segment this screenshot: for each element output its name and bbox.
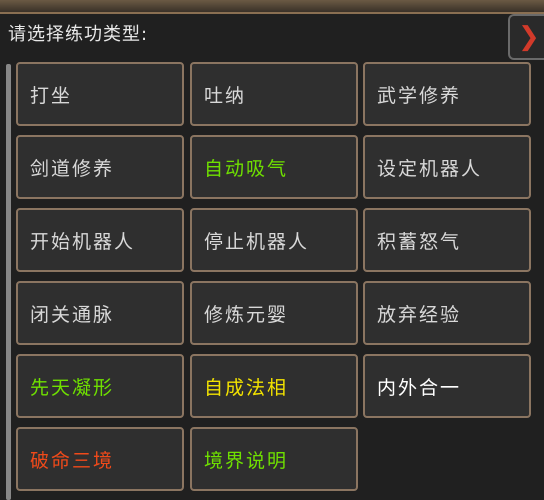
option-button-wuxue-xiuyang[interactable]: 武学修养: [363, 62, 531, 126]
option-button-nascent-soul[interactable]: 修炼元婴: [190, 281, 358, 345]
option-button-jiandao-xiuyang[interactable]: 剑道修养: [16, 135, 184, 199]
option-button-seclusion[interactable]: 闭关通脉: [16, 281, 184, 345]
scrollbar[interactable]: [6, 64, 11, 500]
option-button-stop-robot[interactable]: 停止机器人: [190, 208, 358, 272]
option-button-realm-info[interactable]: 境界说明: [190, 427, 358, 491]
close-button[interactable]: ❯: [508, 14, 544, 60]
option-button-store-rage[interactable]: 积蓄怒气: [363, 208, 531, 272]
option-button-poming-sanjing[interactable]: 破命三境: [16, 427, 184, 491]
option-button-start-robot[interactable]: 开始机器人: [16, 208, 184, 272]
option-button-auto-breathe[interactable]: 自动吸气: [190, 135, 358, 199]
option-button-tuna[interactable]: 吐纳: [190, 62, 358, 126]
option-button-abandon-exp[interactable]: 放弃经验: [363, 281, 531, 345]
option-button-xiantian-ningxing[interactable]: 先天凝形: [16, 354, 184, 418]
dialog-top-border: [0, 0, 544, 14]
dialog-title: 请选择练功类型:: [8, 24, 149, 45]
option-button-zicheng-faxiang[interactable]: 自成法相: [190, 354, 358, 418]
option-button-neiwai-heyi[interactable]: 内外合一: [363, 354, 531, 418]
option-button-dazuo[interactable]: 打坐: [16, 62, 184, 126]
dialog: 请选择练功类型: ❯ 打坐 吐纳 武学修养 剑道修养 自动吸气 设定机器人 开始…: [0, 0, 544, 500]
option-button-set-robot[interactable]: 设定机器人: [363, 135, 531, 199]
close-icon: ❯: [518, 22, 540, 52]
